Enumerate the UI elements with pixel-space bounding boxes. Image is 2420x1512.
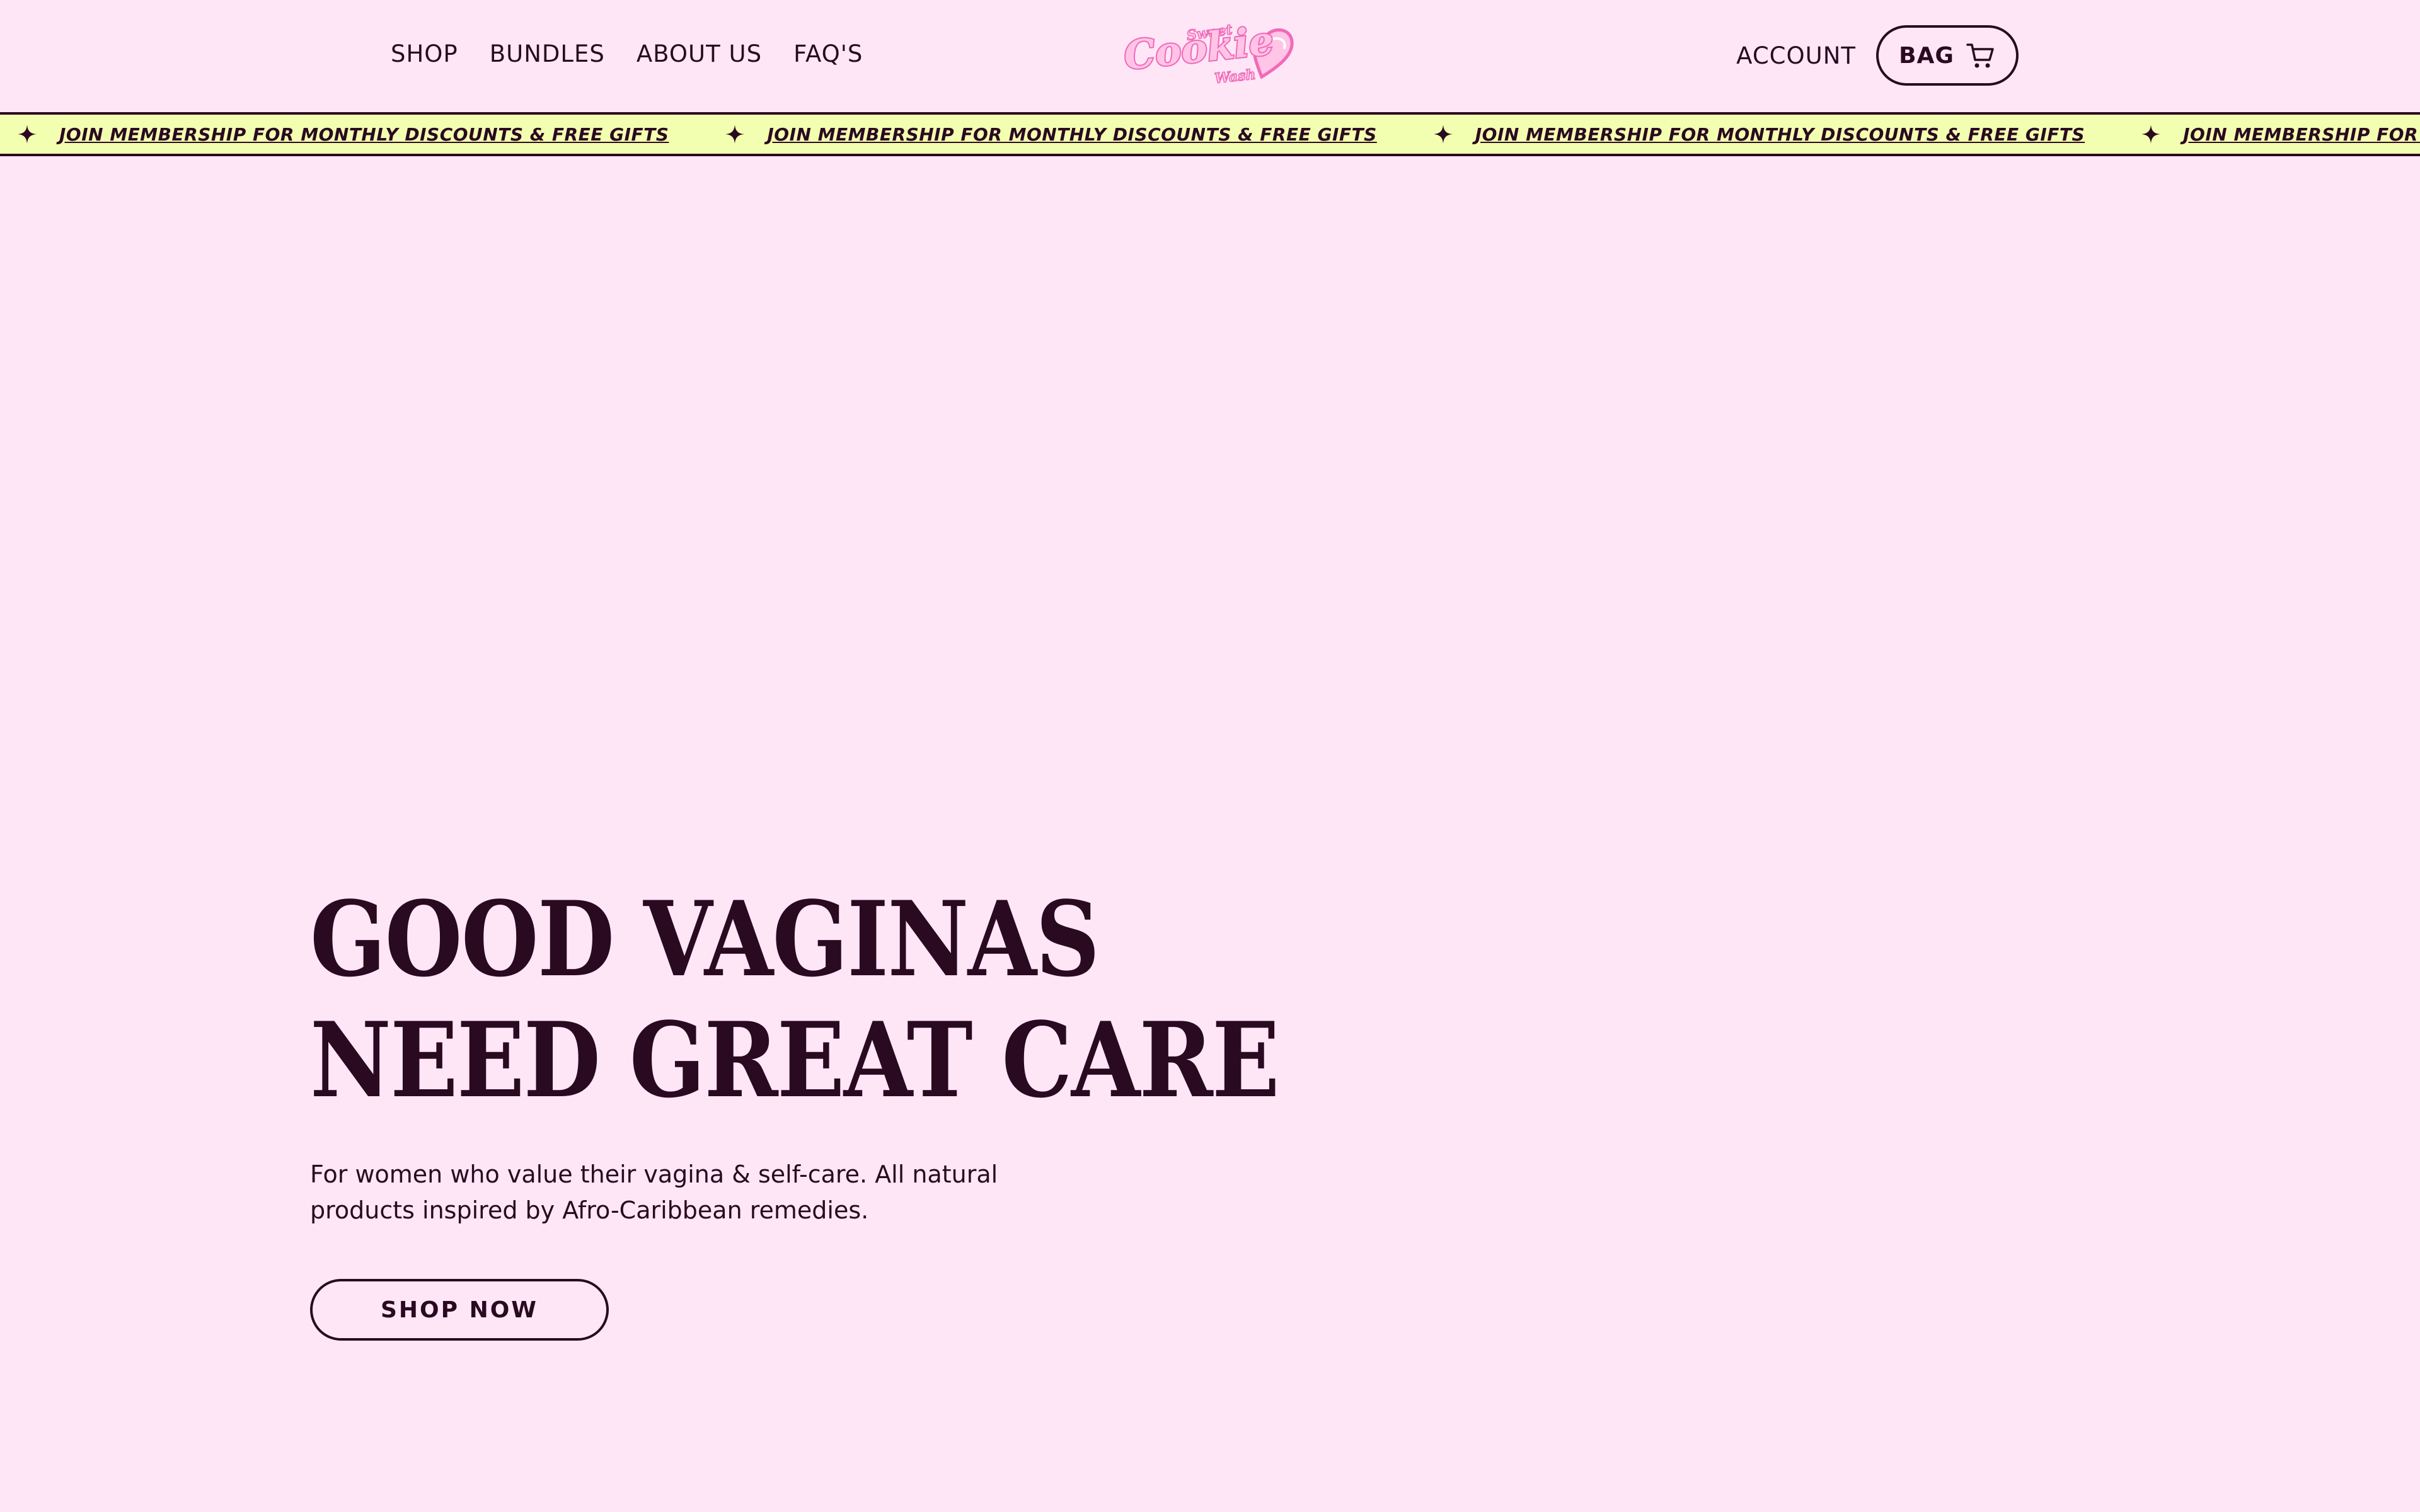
announcement-item: JOIN MEMBERSHIP FOR MONTHLY DISCOUNTS & … xyxy=(18,124,669,145)
cart-icon xyxy=(1966,43,1994,68)
nav-link-shop[interactable]: SHOP xyxy=(391,40,458,67)
bag-label: BAG xyxy=(1899,42,1954,69)
nav-link-bundles[interactable]: BUNDLES xyxy=(490,40,605,67)
hero-subtitle-line-1: For women who value their vagina & self-… xyxy=(310,1160,998,1188)
announcement-item: JOIN MEMBERSHIP FOR MONTHLY DISCOUNTS & … xyxy=(725,124,1376,145)
hero-title: GOOD VAGINAS NEED GREAT CARE xyxy=(310,878,1280,1121)
shop-now-button[interactable]: SHOP NOW xyxy=(310,1279,609,1341)
nav-link-about-us[interactable]: ABOUT US xyxy=(637,40,762,67)
star-icon xyxy=(18,125,37,144)
brand-logo-graphic: Sweet Cookie Wash xyxy=(1121,16,1294,88)
bag-button[interactable]: BAG xyxy=(1876,25,2019,86)
star-icon xyxy=(2141,125,2161,144)
announcement-track: JOIN MEMBERSHIP FOR MONTHLY DISCOUNTS & … xyxy=(18,115,2420,154)
nav-link-faqs[interactable]: FAQ'S xyxy=(793,40,863,67)
hero-subtitle: For women who value their vagina & self-… xyxy=(310,1157,1035,1228)
star-icon xyxy=(725,125,745,144)
announcement-item: JOIN MEMBERSHIP FOR MONTHLY DISCOUNTS & … xyxy=(2141,124,2420,145)
announcement-link[interactable]: JOIN MEMBERSHIP FOR MONTHLY DISCOUNTS & … xyxy=(1475,124,2085,145)
announcement-bar: JOIN MEMBERSHIP FOR MONTHLY DISCOUNTS & … xyxy=(0,112,2420,156)
announcement-link[interactable]: JOIN MEMBERSHIP FOR MONTHLY DISCOUNTS & … xyxy=(59,124,669,145)
logo-bottom-word: Wash xyxy=(1214,66,1257,87)
site-header: SHOP BUNDLES ABOUT US FAQ'S Sweet Cookie… xyxy=(0,0,2420,112)
account-link[interactable]: ACCOUNT xyxy=(1736,42,1856,69)
announcement-link[interactable]: JOIN MEMBERSHIP FOR MONTHLY DISCOUNTS & … xyxy=(767,124,1376,145)
announcement-link[interactable]: JOIN MEMBERSHIP FOR MONTHLY DISCOUNTS & … xyxy=(2183,124,2420,145)
hero-subtitle-line-2: products inspired by Afro-Caribbean reme… xyxy=(310,1196,869,1224)
brand-logo[interactable]: Sweet Cookie Wash xyxy=(1121,16,1305,88)
announcement-item: JOIN MEMBERSHIP FOR MONTHLY DISCOUNTS & … xyxy=(1433,124,2085,145)
star-icon xyxy=(1433,125,1453,144)
main-nav: SHOP BUNDLES ABOUT US FAQ'S xyxy=(391,40,863,67)
hero-title-line-2: NEED GREAT CARE xyxy=(310,999,1280,1121)
header-actions: ACCOUNT BAG xyxy=(1736,25,2019,86)
hero-title-line-1: GOOD VAGINAS xyxy=(310,878,1100,1000)
